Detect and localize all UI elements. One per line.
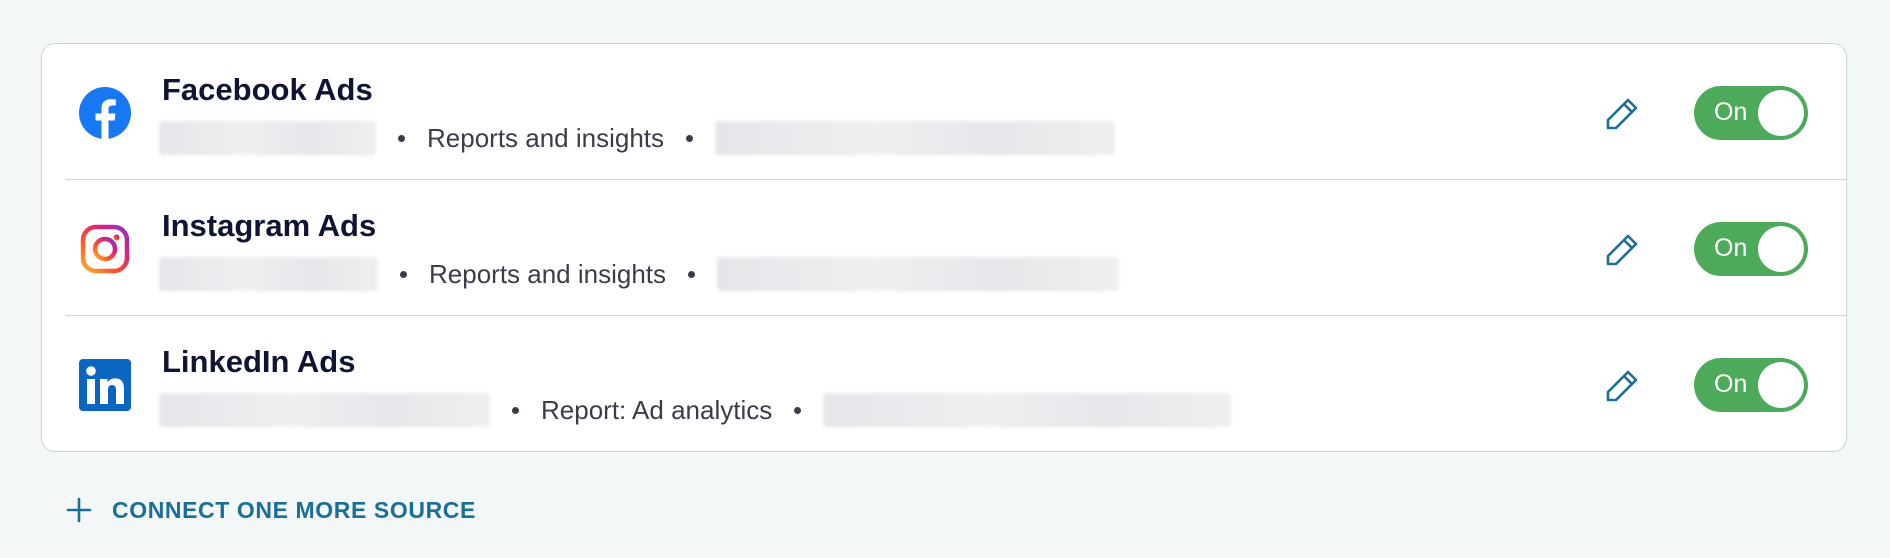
source-detail: Report: Ad analytics (541, 394, 773, 425)
source-meta: Report: Ad analytics (159, 392, 1232, 428)
redacted-details (823, 393, 1232, 427)
edit-button[interactable] (1602, 366, 1642, 406)
source-title: Facebook Ads (162, 72, 373, 107)
edit-button[interactable] (1602, 230, 1642, 270)
source-toggle[interactable]: On (1694, 86, 1808, 140)
source-detail: Reports and insights (429, 258, 667, 289)
toggle-knob (1758, 226, 1804, 272)
toggle-label: On (1714, 98, 1748, 126)
redacted-details (717, 257, 1120, 291)
source-toggle[interactable]: On (1694, 222, 1808, 276)
edit-button[interactable] (1602, 94, 1642, 134)
redacted-account (159, 257, 378, 291)
separator-dot (688, 270, 696, 278)
pencil-icon (1606, 234, 1638, 266)
source-detail: Reports and insights (427, 122, 665, 153)
source-title: Instagram Ads (162, 208, 377, 243)
plus-icon (66, 497, 92, 523)
toggle-label: On (1714, 370, 1748, 398)
linkedin-icon (79, 359, 131, 411)
source-row-facebook: Facebook Ads Reports and insights On (42, 44, 1846, 180)
connected-sources-card: Facebook Ads Reports and insights On Ins… (41, 43, 1847, 452)
source-toggle[interactable]: On (1694, 358, 1808, 412)
toggle-label: On (1714, 234, 1748, 262)
toggle-knob (1758, 362, 1804, 408)
pencil-icon (1606, 370, 1638, 402)
separator-dot (512, 406, 519, 414)
source-meta: Reports and insights (159, 120, 1116, 156)
separator-dot (686, 134, 694, 142)
source-title: LinkedIn Ads (162, 344, 356, 379)
redacted-details (715, 121, 1116, 155)
source-meta: Reports and insights (159, 256, 1120, 292)
source-row-instagram: Instagram Ads Reports and insights On (42, 180, 1846, 316)
redacted-account (159, 393, 490, 427)
connect-more-source-button[interactable]: CONNECT ONE MORE SOURCE (66, 492, 476, 528)
separator-dot (400, 270, 407, 278)
toggle-knob (1758, 90, 1804, 136)
instagram-icon (79, 223, 131, 275)
facebook-icon (79, 87, 131, 139)
connect-more-label: CONNECT ONE MORE SOURCE (112, 496, 476, 523)
separator-dot (794, 406, 802, 414)
separator-dot (398, 134, 405, 142)
redacted-account (159, 121, 376, 155)
pencil-icon (1606, 98, 1638, 130)
source-row-linkedin: LinkedIn Ads Report: Ad analytics On (42, 316, 1846, 452)
